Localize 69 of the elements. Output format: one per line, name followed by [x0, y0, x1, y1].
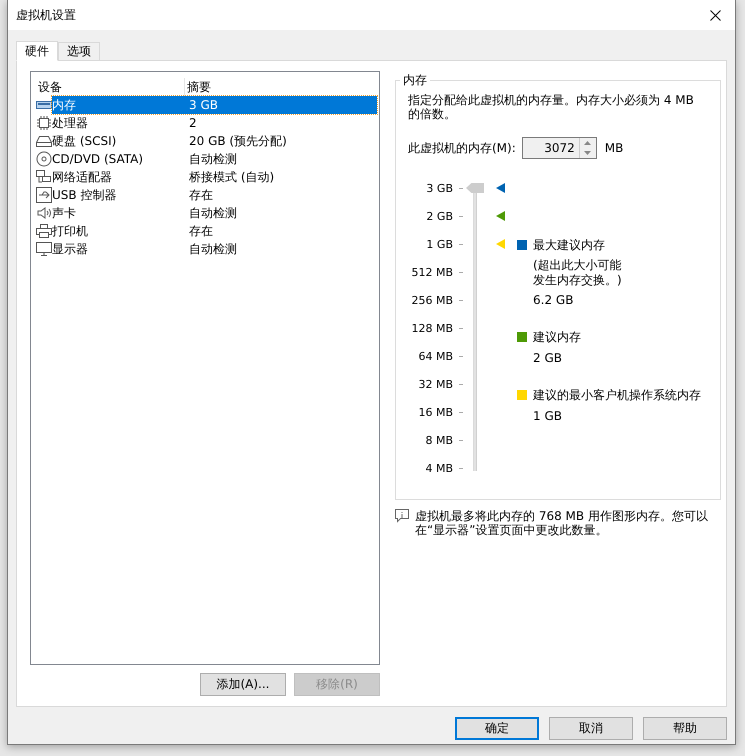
device-row[interactable]: 网络适配器 桥接模式 (自动) — [52, 168, 377, 186]
scale-label: 3 GB — [425, 182, 453, 194]
description-text: 指定分配给此虚拟机的内存量。内存大小必须为 4 MB 的倍数。 — [408, 93, 695, 121]
device-row[interactable]: 声卡 自动检测 — [52, 204, 377, 222]
device-summary: 存在 — [188, 186, 213, 204]
scale-label: 8 MB — [424, 434, 453, 446]
scale-label: 512 MB — [410, 266, 453, 278]
dialog-button[interactable]: 确定 — [455, 717, 539, 740]
device-summary: 20 GB (预先分配) — [188, 132, 287, 150]
device-row[interactable]: 硬盘 (SCSI) 20 GB (预先分配) — [52, 132, 377, 150]
tab[interactable]: 选项 — [58, 42, 100, 60]
info-text: 虚拟机最多将此内存的 768 MB 用作图形内存。您可以在“显示器”设置页面中更改此数量。 — [415, 509, 709, 537]
monitor-icon — [36, 241, 52, 257]
dialog-button[interactable]: 帮助 — [643, 717, 727, 740]
window-title: 虚拟机设置 — [16, 6, 76, 24]
usb-icon — [36, 187, 52, 203]
device-name: 内存 — [52, 96, 77, 114]
field-label: 此虚拟机的内存(M): — [408, 140, 516, 156]
device-row[interactable]: 内存 3 GB — [52, 96, 377, 114]
device-summary: 3 GB — [188, 98, 218, 112]
device-summary: 桥接模式 (自动) — [188, 168, 274, 186]
device-summary: 自动检测 — [188, 240, 237, 258]
info-icon — [395, 509, 409, 523]
scale-label: 16 MB — [417, 406, 453, 418]
device-name: 硬盘 (SCSI) — [52, 132, 118, 150]
unit-label: MB — [604, 141, 624, 155]
legend-value: 6.2 GB — [533, 292, 574, 309]
scale-label: 2 GB — [425, 210, 453, 222]
legend-value: 1 GB — [533, 408, 563, 425]
device-row[interactable]: CD/DVD (SATA) 自动检测 — [52, 150, 377, 168]
chip-icon — [36, 115, 52, 131]
memory-spin-field[interactable]: 3072 — [522, 137, 597, 159]
device-row[interactable]: 打印机 存在 — [52, 222, 377, 240]
add-button[interactable]: 添加(A)... — [200, 673, 286, 696]
device-row[interactable]: 处理器 2 — [52, 114, 377, 132]
device-summary: 2 — [188, 116, 197, 130]
dialog-button[interactable]: 取消 — [549, 717, 633, 740]
device-summary: 自动检测 — [188, 204, 237, 222]
device-name: 网络适配器 — [52, 168, 113, 186]
slider-thumb[interactable] — [466, 183, 484, 193]
device-name: USB 控制器 — [52, 186, 118, 204]
close-icon — [710, 10, 720, 20]
device-summary: 存在 — [188, 222, 213, 240]
scale-label: 32 MB — [417, 378, 453, 390]
legend-note: (超出此大小可能发生内存交换。) — [533, 258, 623, 288]
scale-label: 128 MB — [410, 322, 453, 334]
device-name: 声卡 — [52, 204, 77, 222]
scale-label: 64 MB — [417, 350, 453, 362]
device-name: CD/DVD (SATA) — [52, 152, 144, 166]
column-header[interactable]: 摘要 — [185, 78, 375, 96]
device-summary: 自动检测 — [188, 150, 237, 168]
device-name: 处理器 — [52, 114, 89, 132]
group-title: 内存 — [402, 72, 428, 89]
legend-title: 建议的最小客户机操作系统内存 — [533, 387, 701, 404]
device-row[interactable]: USB 控制器 存在 — [52, 186, 377, 204]
legend-title: 最大建议内存 — [533, 237, 606, 254]
legend-title: 建议内存 — [533, 329, 582, 346]
legend-value: 2 GB — [533, 350, 563, 367]
printer-icon — [36, 223, 52, 239]
speaker-icon — [36, 205, 52, 221]
network-icon — [36, 169, 52, 185]
device-name: 显示器 — [52, 240, 89, 258]
scale-label: 4 MB — [424, 462, 453, 474]
device-name: 打印机 — [52, 222, 89, 240]
device-row[interactable]: 显示器 自动检测 — [52, 240, 377, 258]
disc-icon — [36, 151, 52, 167]
tab[interactable]: 硬件 — [16, 41, 58, 61]
scale-label: 1 GB — [425, 238, 453, 250]
scale-label: 256 MB — [410, 294, 453, 306]
